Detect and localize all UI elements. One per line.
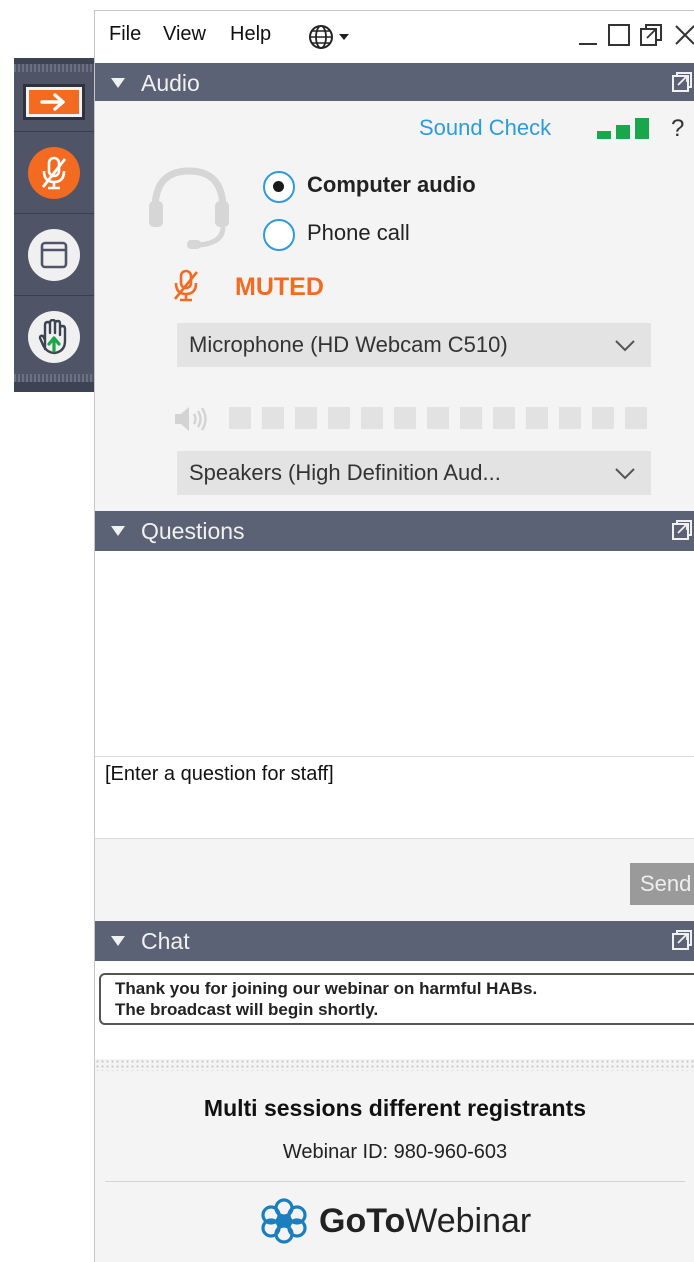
level-segment — [427, 407, 449, 429]
audio-panel: Sound Check ? Computer audio Phone call — [95, 101, 694, 513]
language-menu[interactable] — [307, 23, 357, 55]
microphone-value: Microphone (HD Webcam C510) — [189, 332, 508, 357]
audio-title: Audio — [141, 70, 200, 96]
popout-icon[interactable] — [671, 71, 693, 93]
questions-log — [95, 551, 694, 757]
arrow-right-icon — [23, 83, 85, 120]
phone-call-label[interactable]: Phone call — [307, 220, 410, 246]
chevron-down-icon — [615, 340, 635, 352]
chat-message-line: The broadcast will begin shortly. — [115, 1000, 379, 1019]
speaker-value: Speakers (High Definition Aud... — [189, 460, 501, 485]
audio-section-header[interactable]: Audio — [95, 63, 694, 103]
phone-call-radio[interactable] — [263, 219, 295, 251]
headset-icon — [147, 161, 231, 255]
popout-icon[interactable] — [671, 929, 693, 951]
brand-name: GoToWebinar — [319, 1202, 531, 1241]
level-segment — [361, 407, 383, 429]
minimize-icon[interactable] — [577, 23, 599, 51]
speaker-select[interactable]: Speakers (High Definition Aud... — [177, 451, 651, 495]
grip-top[interactable] — [14, 64, 94, 72]
brand-logo: GoToWebinar — [259, 1197, 531, 1245]
menu-bar: File View Help — [95, 11, 694, 61]
chat-section-header[interactable]: Chat — [95, 921, 694, 961]
level-segment — [493, 407, 515, 429]
collapse-panel-button[interactable] — [14, 72, 94, 132]
questions-section-header[interactable]: Questions — [95, 511, 694, 551]
resize-divider[interactable] — [95, 1059, 694, 1071]
collapse-triangle-icon — [111, 936, 125, 946]
restore-icon[interactable] — [639, 23, 663, 51]
muted-status: MUTED — [235, 273, 324, 301]
level-segment — [328, 407, 350, 429]
globe-icon — [309, 25, 349, 49]
questions-title: Questions — [141, 518, 245, 544]
menu-help[interactable]: Help — [230, 23, 271, 46]
popout-icon[interactable] — [671, 519, 693, 541]
muted-microphone-icon — [28, 146, 80, 199]
close-icon[interactable] — [673, 23, 694, 51]
question-input[interactable]: [Enter a question for staff] — [95, 757, 694, 839]
chat-message-line: Thank you for joining our webinar on har… — [115, 979, 538, 998]
level-segment — [625, 407, 647, 429]
computer-audio-radio[interactable] — [263, 171, 295, 203]
window-icon — [28, 228, 80, 281]
grip-bottom[interactable] — [14, 374, 94, 382]
muted-microphone-icon — [173, 269, 199, 307]
chat-log: Thank you for joining our webinar on har… — [95, 961, 694, 1059]
level-segment — [526, 407, 548, 429]
session-title: Multi sessions different registrants — [203, 1095, 587, 1121]
level-segment — [394, 407, 416, 429]
collapse-triangle-icon — [111, 526, 125, 536]
level-segment — [229, 407, 251, 429]
question-send-row: Send — [95, 839, 694, 921]
control-strip — [14, 58, 94, 392]
sound-check-link[interactable]: Sound Check — [419, 115, 551, 141]
gotowebinar-flower-icon — [261, 1198, 307, 1244]
level-segment — [262, 407, 284, 429]
computer-audio-label[interactable]: Computer audio — [307, 172, 476, 198]
level-segment — [559, 407, 581, 429]
audio-help-icon[interactable]: ? — [671, 115, 684, 143]
level-segment — [592, 407, 614, 429]
maximize-icon[interactable] — [607, 23, 631, 51]
send-button[interactable]: Send — [630, 863, 694, 905]
level-segment — [460, 407, 482, 429]
level-segment — [295, 407, 317, 429]
speaker-volume-icon — [173, 404, 211, 438]
chat-title: Chat — [141, 928, 190, 954]
menu-file[interactable]: File — [109, 23, 141, 46]
footer-divider — [105, 1181, 685, 1182]
screen-view-button[interactable] — [14, 214, 94, 296]
chat-message: Thank you for joining our webinar on har… — [99, 973, 694, 1025]
brand-name-bold: GoTo — [319, 1201, 406, 1240]
mute-toggle-button[interactable] — [14, 132, 94, 214]
signal-strength-icon — [595, 117, 653, 145]
session-footer: Multi sessions different registrants Web… — [95, 1071, 694, 1262]
brand-name-regular: Webinar — [405, 1201, 532, 1240]
webinar-id: Webinar ID: 980-960-603 — [282, 1141, 508, 1163]
raise-hand-button[interactable] — [14, 296, 94, 378]
hand-icon — [28, 311, 80, 363]
menu-view[interactable]: View — [163, 23, 206, 46]
control-panel: File View Help Audio Sound Check ? Compu… — [94, 10, 694, 1262]
microphone-select[interactable]: Microphone (HD Webcam C510) — [177, 323, 651, 367]
collapse-triangle-icon — [111, 78, 125, 88]
chevron-down-icon — [615, 468, 635, 480]
